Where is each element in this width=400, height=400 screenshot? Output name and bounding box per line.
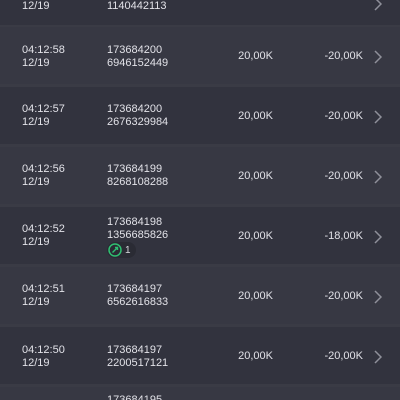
row-date: 12/19 (22, 176, 50, 188)
row-net-amount: -20,00K (324, 50, 363, 62)
row-order-id-line1: 173684195 (107, 394, 163, 400)
row-date: 12/19 (22, 236, 50, 248)
row-time: 04:12:52 (22, 223, 65, 235)
transaction-row[interactable]: 173684195 (0, 387, 400, 400)
chevron-right-icon[interactable] (372, 109, 384, 125)
chevron-right-icon[interactable] (372, 229, 384, 245)
chevron-right-icon[interactable] (372, 49, 384, 65)
row-amount: 20,00K (238, 170, 273, 182)
row-time: 04:12:58 (22, 44, 65, 56)
row-order-id-line2: 8268108288 (107, 176, 169, 188)
row-time: 04:12:51 (22, 283, 65, 295)
transaction-row[interactable]: 12/19 1140442113 (0, 0, 400, 25)
row-time: 04:12:56 (22, 163, 65, 175)
row-amount: 20,00K (238, 110, 273, 122)
row-date: 12/19 (22, 116, 50, 128)
row-net-amount: -20,00K (324, 170, 363, 182)
row-date: 12/19 (22, 57, 50, 69)
chevron-right-icon[interactable] (372, 0, 384, 12)
row-net-amount: -20,00K (324, 290, 363, 302)
transaction-row[interactable]: 04:12:50 12/19 173684197 2200517121 20,0… (0, 327, 400, 384)
row-date: 12/19 (22, 357, 50, 369)
row-order-id-line2: 1140442113 (107, 0, 167, 12)
chevron-right-icon[interactable] (372, 169, 384, 185)
row-time: 04:12:57 (22, 103, 65, 115)
badge-count: 1 (125, 244, 131, 256)
row-amount: 20,00K (238, 230, 273, 242)
transaction-row[interactable]: 04:12:56 12/19 173684199 8268108288 20,0… (0, 147, 400, 204)
row-net-amount: -20,00K (324, 110, 363, 122)
row-date: 12/19 (22, 0, 50, 12)
transaction-row[interactable]: 04:12:52 12/19 173684198 1356685826 1 20… (0, 207, 400, 264)
row-amount: 20,00K (238, 290, 273, 302)
chevron-right-icon[interactable] (372, 349, 384, 365)
transaction-row[interactable]: 04:12:58 12/19 173684200 6946152449 20,0… (0, 27, 400, 84)
row-order-id-line2: 6562616833 (107, 296, 169, 308)
row-order-id-line2: 2676329984 (107, 116, 169, 128)
row-net-amount: -18,00K (324, 230, 363, 242)
cashback-icon (108, 243, 122, 257)
row-order-id-line2: 1356685826 (107, 229, 169, 241)
row-order-id-line1: 173684197 (107, 344, 163, 356)
row-time: 04:12:50 (22, 344, 65, 356)
row-order-id-line1: 173684197 (107, 283, 163, 295)
row-date: 12/19 (22, 296, 50, 308)
transaction-row[interactable]: 04:12:57 12/19 173684200 2676329984 20,0… (0, 87, 400, 144)
row-net-amount: -20,00K (324, 350, 363, 362)
row-order-id-line1: 173684200 (107, 103, 163, 115)
row-order-id-line1: 173684198 (107, 216, 163, 228)
row-amount: 20,00K (238, 50, 273, 62)
row-order-id-line2: 2200517121 (107, 357, 169, 369)
row-order-id-line1: 173684200 (107, 44, 163, 56)
cashback-badge[interactable]: 1 (107, 242, 136, 258)
row-amount: 20,00K (238, 350, 273, 362)
transaction-list: 12/19 1140442113 04:12:58 12/19 17368420… (0, 0, 400, 400)
row-order-id-line2: 6946152449 (107, 57, 169, 69)
row-order-id-line1: 173684199 (107, 163, 163, 175)
transaction-row[interactable]: 04:12:51 12/19 173684197 6562616833 20,0… (0, 267, 400, 324)
chevron-right-icon[interactable] (372, 289, 384, 305)
